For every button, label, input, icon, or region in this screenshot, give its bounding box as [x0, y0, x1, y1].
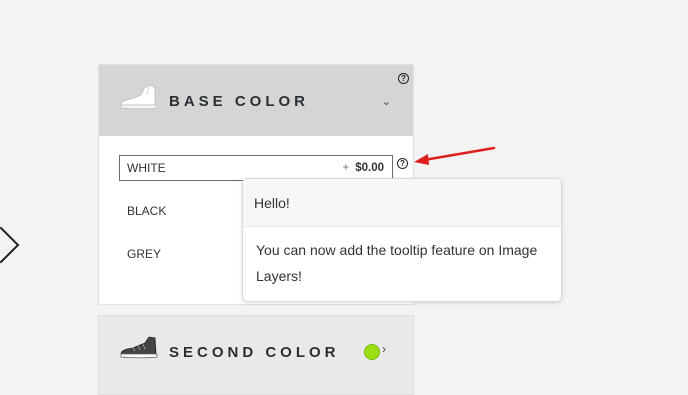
shoe-icon: [120, 84, 158, 110]
price-value: $0.00: [355, 162, 384, 174]
panel-title: SECOND COLOR: [169, 344, 340, 361]
previous-arrow-icon[interactable]: [0, 226, 20, 264]
panel-title: BASE COLOR: [169, 93, 310, 110]
tooltip-title: Hello!: [243, 179, 561, 227]
chevron-down-icon[interactable]: ⌄: [382, 95, 391, 108]
price-prefix: +: [342, 162, 350, 174]
help-icon[interactable]: ?: [398, 73, 409, 84]
option-label: GREY: [127, 247, 162, 261]
tooltip-body: You can now add the tooltip feature on I…: [256, 242, 538, 284]
second-color-panel: SECOND COLOR ›: [98, 315, 414, 395]
option-label: WHITE: [127, 161, 166, 175]
option-price: + $0.00: [343, 162, 385, 174]
tooltip-popover: Hello! You can now add the tooltip featu…: [242, 178, 562, 302]
base-color-header[interactable]: BASE COLOR ⌄ ?: [99, 65, 413, 136]
help-icon[interactable]: ?: [397, 158, 408, 169]
chevron-right-icon[interactable]: ›: [382, 342, 386, 356]
annotation-arrow: [414, 146, 496, 165]
option-label: BLACK: [127, 204, 167, 218]
sneaker-icon: [120, 336, 158, 359]
second-color-header[interactable]: SECOND COLOR ›: [99, 316, 413, 386]
selected-color-swatch: [364, 344, 380, 360]
